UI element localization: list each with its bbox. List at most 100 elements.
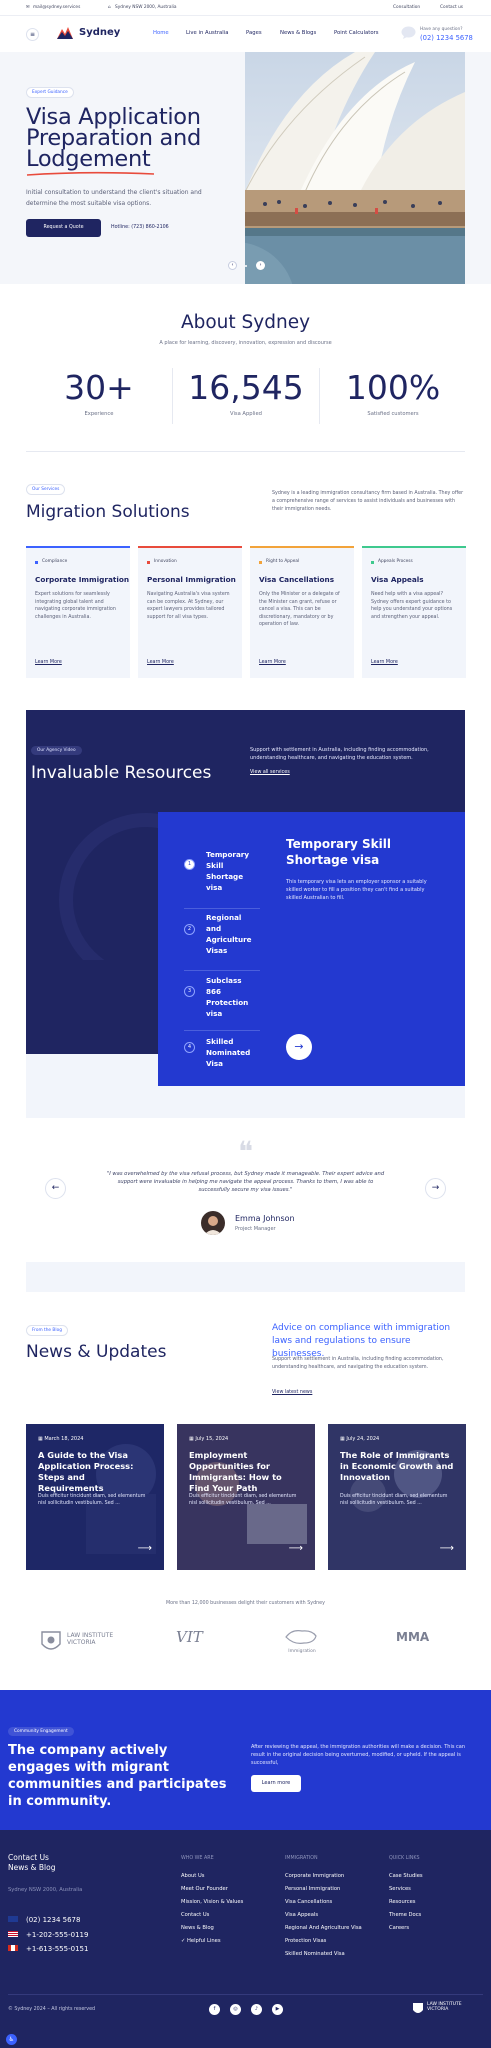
- news-description: Support with settlement in Australia, in…: [272, 1357, 444, 1370]
- about-title: About Sydney: [180, 312, 311, 333]
- footer-col-immigration: IMMIGRATION Corporate Immigration Person…: [285, 1852, 362, 1961]
- footer-link[interactable]: Case Studies: [389, 1870, 423, 1883]
- accessibility-icon[interactable]: ♿: [6, 2034, 17, 2045]
- request-quote-button[interactable]: Request a Quote: [26, 219, 101, 237]
- view-latest-news-link[interactable]: View latest news: [272, 1390, 312, 1395]
- post-title[interactable]: A Guide to the Visa Application Process:…: [38, 1450, 152, 1494]
- arrow-right-icon[interactable]: ⟶: [440, 1543, 454, 1554]
- youtube-icon[interactable]: ▶: [272, 2004, 283, 2015]
- logo-text: Immigration: [288, 1649, 316, 1654]
- flag-us-icon: [8, 1930, 18, 1937]
- footer-col-heading: IMMIGRATION: [285, 1856, 318, 1861]
- news-card[interactable]: ▦ July 24, 2024 The Role of Immigrants i…: [328, 1424, 466, 1570]
- resource-tab-4[interactable]: 4 Skilled Nominated Visa: [184, 1036, 260, 1076]
- footer-link[interactable]: About Us: [181, 1870, 243, 1883]
- stat-value: 30+: [64, 368, 134, 407]
- news-title: News & Updates: [26, 1342, 167, 1362]
- card-learn-more[interactable]: Learn More: [147, 660, 174, 665]
- card-description: Need help with a visa appeal? Sydney off…: [371, 592, 453, 620]
- brand-name[interactable]: Sydney: [79, 27, 120, 38]
- arrow-right-icon[interactable]: ⟶: [289, 1543, 303, 1554]
- footer-col-who-we-are: WHO WE ARE About Us Meet Our Founder Mis…: [181, 1852, 243, 1948]
- hero-title-line-3: Lodgement: [26, 146, 151, 172]
- footer-link[interactable]: Contact Us: [181, 1909, 243, 1922]
- resource-tab-2[interactable]: 2 Regional and Agriculture Visas: [184, 912, 260, 966]
- testimonial-next-button[interactable]: →: [425, 1178, 446, 1199]
- footer-link[interactable]: Theme Docs: [389, 1909, 423, 1922]
- topbar-contact-link[interactable]: Contact us: [440, 5, 463, 10]
- card-title: Personal Immigration: [147, 575, 236, 584]
- nav-point-calculators[interactable]: Point Calculators: [334, 30, 379, 36]
- phone-us-row[interactable]: +1-202-555-0119: [8, 1928, 88, 1943]
- hero-slider-prev[interactable]: ‹: [228, 261, 237, 270]
- menu-icon[interactable]: ≡: [26, 28, 39, 41]
- tab-divider: [184, 970, 260, 971]
- resources-description: Support with settlement in Australia, in…: [250, 747, 429, 761]
- footer-link[interactable]: Visa Cancellations: [285, 1896, 362, 1909]
- nav-pages[interactable]: Pages: [246, 30, 262, 36]
- hero-slider-next[interactable]: ›: [256, 261, 265, 270]
- service-card-corporate[interactable]: Compliance Corporate Immigration Expert …: [26, 546, 130, 678]
- nav-news-blogs[interactable]: News & Blogs: [280, 30, 316, 36]
- facebook-icon[interactable]: f: [209, 2004, 220, 2015]
- hero-image: [245, 52, 465, 284]
- news-card[interactable]: ▦ March 18, 2024 A Guide to the Visa App…: [26, 1424, 164, 1570]
- service-card-appeals[interactable]: Appeals Process Visa Appeals Need help w…: [362, 546, 466, 678]
- resource-tab-3[interactable]: 3 Subclass 866 Protection visa: [184, 975, 260, 1025]
- arrow-right-icon[interactable]: ⟶: [138, 1543, 152, 1554]
- footer-address: Sydney NSW 2000, Australia: [8, 1887, 83, 1893]
- map-australia-icon: [285, 1630, 317, 1644]
- nav-live-in-australia[interactable]: Live in Australia: [186, 30, 228, 36]
- header-question: Have any question?: [420, 27, 463, 32]
- instagram-icon[interactable]: ◎: [230, 2004, 241, 2015]
- hero-hotline[interactable]: Hotline: (723) 860-2106: [111, 225, 169, 230]
- service-card-cancellations[interactable]: Right to Appeal Visa Cancellations Only …: [250, 546, 354, 678]
- footer-link[interactable]: Protection Visas: [285, 1935, 362, 1948]
- footer-link[interactable]: Meet Our Founder: [181, 1883, 243, 1896]
- flag-au-icon: [8, 1916, 18, 1922]
- resource-arrow-button[interactable]: →: [286, 1034, 312, 1060]
- footer-link[interactable]: News & Blog: [181, 1922, 243, 1935]
- header-phone[interactable]: (02) 1234 5678: [420, 34, 473, 42]
- resource-tab-1[interactable]: 1 Temporary Skill Shortage visa: [184, 849, 260, 903]
- hero-slider-dot[interactable]: [245, 265, 247, 267]
- footer-divider: [8, 1994, 483, 1995]
- tab-divider: [184, 908, 260, 909]
- footer-link[interactable]: Services: [389, 1883, 423, 1896]
- topbar-consultation-link[interactable]: Consultation: [393, 5, 420, 10]
- testimonial-prev-button[interactable]: ←: [45, 1178, 66, 1199]
- nav-home[interactable]: Home: [153, 30, 169, 36]
- email-icon: ✉: [26, 5, 30, 10]
- tiktok-icon[interactable]: ♪: [251, 2004, 262, 2015]
- social-links: f ◎ ♪ ▶: [209, 2004, 293, 2015]
- footer-link[interactable]: Skilled Nominated Visa: [285, 1948, 362, 1961]
- footer-link[interactable]: Regional And Agriculture Visa: [285, 1922, 362, 1935]
- service-card-personal[interactable]: Innovation Personal Immigration Navigati…: [138, 546, 242, 678]
- card-learn-more[interactable]: Learn More: [371, 660, 398, 665]
- footer-news-title[interactable]: News & Blog: [8, 1863, 55, 1873]
- footer-link[interactable]: Careers: [389, 1922, 423, 1935]
- footer-link-helpful[interactable]: ✓ Helpful Lines: [181, 1935, 243, 1948]
- footer-link[interactable]: Corporate Immigration: [285, 1870, 362, 1883]
- footer-link[interactable]: Visa Appeals: [285, 1909, 362, 1922]
- footer-partner-logo: LAW INSTITUTE VICTORIA: [412, 2001, 466, 2019]
- phone-ca-row[interactable]: +1-613-555-0151: [8, 1942, 88, 1957]
- footer-contact-title[interactable]: Contact Us: [8, 1853, 49, 1863]
- community-learn-more-button[interactable]: Learn more: [251, 1775, 301, 1792]
- footer-link[interactable]: Mission, Vision & Values: [181, 1896, 243, 1909]
- news-card[interactable]: ▦ July 15, 2024 Employment Opportunities…: [177, 1424, 315, 1570]
- stat-visa-applied: 16,545 Visa Applied: [173, 368, 319, 417]
- footer-link[interactable]: Resources: [389, 1896, 423, 1909]
- stat-value: 100%: [345, 368, 441, 407]
- post-title[interactable]: The Role of Immigrants in Economic Growt…: [340, 1450, 454, 1483]
- footer-link[interactable]: Personal Immigration: [285, 1883, 362, 1896]
- view-all-services-link[interactable]: View all services: [250, 770, 290, 775]
- topbar-email[interactable]: mail@sydney.services: [33, 5, 80, 10]
- post-title[interactable]: Employment Opportunities for Immigrants:…: [189, 1450, 303, 1494]
- card-category: Appeals Process: [378, 559, 413, 564]
- card-learn-more[interactable]: Learn More: [35, 660, 62, 665]
- card-learn-more[interactable]: Learn More: [259, 660, 286, 665]
- section-separator-band: [26, 1262, 465, 1292]
- phone-au-row[interactable]: (02) 1234 5678: [8, 1913, 88, 1928]
- tab-number: 2: [184, 924, 195, 935]
